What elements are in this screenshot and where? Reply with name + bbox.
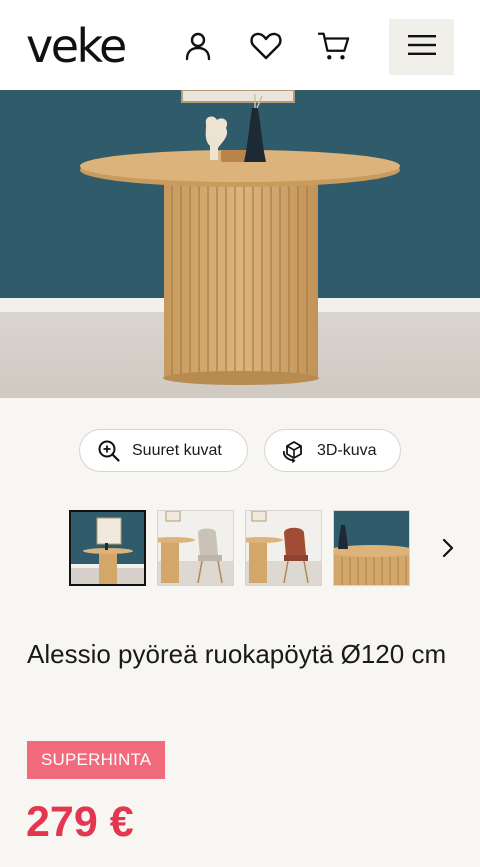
chevron-right-icon[interactable] xyxy=(437,535,459,561)
view-3d-label: 3D-kuva xyxy=(317,441,377,459)
large-images-label: Suuret kuvat xyxy=(132,441,222,459)
user-icon[interactable] xyxy=(182,28,214,64)
menu-button[interactable] xyxy=(389,19,454,75)
thumbnail-1[interactable] xyxy=(69,510,146,586)
cart-icon[interactable] xyxy=(318,28,350,64)
product-price: 279 € xyxy=(26,798,134,846)
product-main-image[interactable] xyxy=(0,90,480,398)
thumbnail-4[interactable] xyxy=(333,510,410,586)
rotate-3d-icon xyxy=(282,439,306,463)
view-3d-button[interactable]: 3D-kuva xyxy=(264,429,401,472)
large-images-button[interactable]: Suuret kuvat xyxy=(79,429,248,472)
site-header: veke xyxy=(0,0,480,90)
sale-badge: SUPERHINTA xyxy=(27,741,166,779)
menu-icon xyxy=(407,34,436,60)
heart-icon[interactable] xyxy=(250,28,282,64)
thumbnail-2[interactable] xyxy=(157,510,234,586)
thumbnail-3[interactable] xyxy=(245,510,322,586)
zoom-in-icon xyxy=(97,439,121,463)
brand-logo[interactable]: veke xyxy=(26,18,127,74)
product-title: Alessio pyöreä ruokapöytä Ø120 cm xyxy=(27,639,447,669)
